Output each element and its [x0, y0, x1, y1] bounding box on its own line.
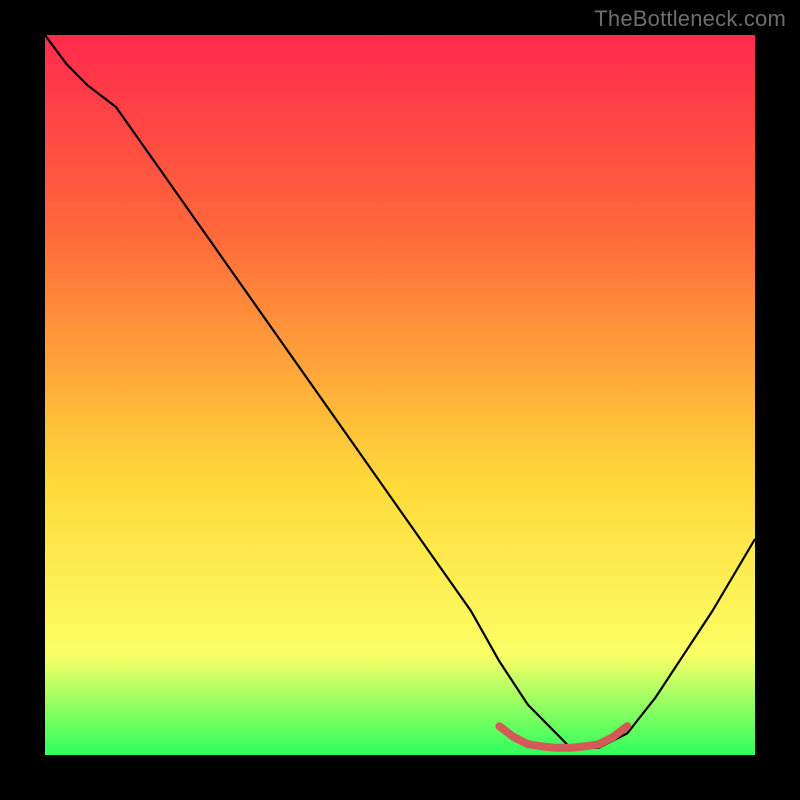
plot-area [45, 35, 755, 755]
bottleneck-chart [45, 35, 755, 755]
watermark-text: TheBottleneck.com [594, 6, 786, 32]
chart-frame: TheBottleneck.com [0, 0, 800, 800]
gradient-background [45, 35, 755, 755]
